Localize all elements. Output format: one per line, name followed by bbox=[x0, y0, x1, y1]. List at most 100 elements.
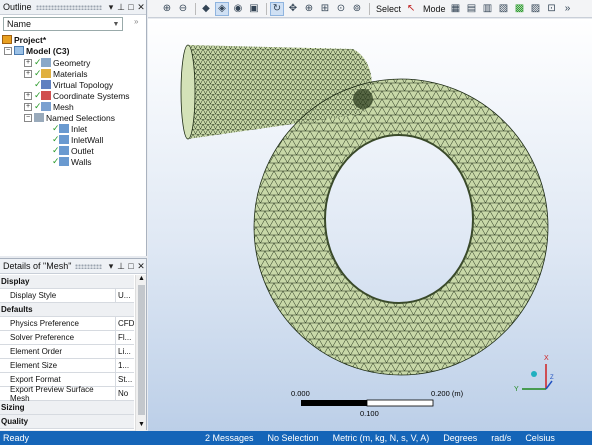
check-icon: ✓ bbox=[34, 90, 42, 100]
select-label[interactable]: Select bbox=[376, 4, 401, 14]
dropdown-icon[interactable]: ▾ bbox=[106, 261, 116, 272]
axis-z-label: Z bbox=[550, 375, 554, 381]
tree-item-named-selections[interactable]: − Named Selections bbox=[24, 112, 115, 123]
expand-icon[interactable]: + bbox=[24, 102, 32, 111]
tree-item-project[interactable]: Project* bbox=[2, 34, 46, 45]
box-zoom-icon[interactable]: ⊞ bbox=[318, 2, 332, 16]
rotate-icon[interactable]: ↻ bbox=[270, 1, 284, 16]
details-section-row[interactable]: Defaults bbox=[0, 303, 134, 317]
property-value[interactable]: 1... bbox=[116, 361, 134, 370]
close-icon[interactable]: ✕ bbox=[136, 261, 146, 272]
named-selections-icon bbox=[34, 113, 44, 122]
details-section-row[interactable]: Display bbox=[0, 275, 134, 289]
section-icon[interactable]: ▣ bbox=[247, 2, 261, 16]
extend-select-icon[interactable]: ⊡ bbox=[545, 2, 559, 16]
pin-icon[interactable]: ⊥ bbox=[116, 2, 126, 13]
collapse-icon[interactable]: − bbox=[24, 113, 32, 122]
details-property-row[interactable]: Export Preview Surface Mesh No bbox=[0, 385, 134, 403]
status-angle[interactable]: Degrees bbox=[443, 433, 477, 443]
body-select-icon[interactable]: ▧ bbox=[497, 2, 511, 16]
details-panel: Details of "Mesh" ▾ ⊥ □ ✕ Display Display… bbox=[0, 258, 147, 431]
details-scrollbar[interactable]: ▲ ▼ bbox=[135, 275, 146, 431]
viewport-toolbar: ⊕ ⊖ ◆ ◈ ◉ ▣ ↻ ✥ ⊕ ⊞ ⊙ ⊚ Select ↖ Mode ▦ … bbox=[148, 0, 592, 18]
details-property-row[interactable]: Physics Preference CFD bbox=[0, 317, 134, 331]
property-value[interactable]: Fl... bbox=[116, 333, 134, 342]
mode-dropdown[interactable]: Mode bbox=[423, 4, 446, 14]
tree-label: Outlet bbox=[71, 145, 94, 156]
zoom-in-icon[interactable]: ⊕ bbox=[160, 2, 174, 16]
mesh-model-svg: 0.000 0.200 (m) 0.100 X Y Z bbox=[180, 44, 554, 418]
tree-item-model[interactable]: − Model (C3) bbox=[4, 45, 69, 56]
element-select-icon[interactable]: ▨ bbox=[529, 2, 543, 16]
zoom-out-icon[interactable]: ⊖ bbox=[176, 2, 190, 16]
tree-item-outlet[interactable]: ✓ Outlet bbox=[52, 145, 94, 156]
graphics-viewport[interactable]: 0.000 0.200 (m) 0.100 X Y Z bbox=[148, 19, 592, 431]
details-section-row[interactable]: Quality bbox=[0, 415, 134, 429]
node-select-icon[interactable]: ▩ bbox=[513, 2, 527, 16]
details-section-row[interactable]: Sizing bbox=[0, 401, 134, 415]
maximize-icon[interactable]: □ bbox=[126, 261, 136, 271]
cursor-icon[interactable]: ↖ bbox=[404, 2, 418, 16]
expand-icon[interactable]: + bbox=[24, 69, 32, 78]
property-value[interactable]: No bbox=[116, 389, 134, 398]
expand-icon[interactable]: + bbox=[24, 91, 32, 100]
mesh-icon bbox=[41, 102, 51, 111]
check-icon: ✓ bbox=[52, 123, 60, 133]
scroll-down-icon[interactable]: ▼ bbox=[138, 421, 145, 428]
scrollbar-thumb[interactable] bbox=[138, 285, 145, 415]
vertex-select-icon[interactable]: ▦ bbox=[449, 2, 463, 16]
tree-item-inlet[interactable]: ✓ Inlet bbox=[52, 123, 87, 134]
pan-icon[interactable]: ✥ bbox=[286, 2, 300, 16]
shaded-icon[interactable]: ◆ bbox=[199, 2, 213, 16]
dropdown-icon[interactable]: ▾ bbox=[106, 2, 116, 13]
outline-panel: Outline ▾ ⊥ □ ✕ Name ▼ » Project* − Mode… bbox=[0, 0, 147, 256]
status-temp[interactable]: Celsius bbox=[525, 433, 555, 443]
status-units[interactable]: Metric (m, kg, N, s, V, A) bbox=[333, 433, 430, 443]
drag-grip[interactable] bbox=[75, 263, 102, 269]
close-icon[interactable]: ✕ bbox=[136, 2, 146, 13]
collapse-icon[interactable]: − bbox=[4, 46, 12, 55]
details-property-row[interactable]: Display Style U... bbox=[0, 289, 134, 303]
property-value[interactable]: CFD bbox=[116, 319, 134, 328]
expand-icon[interactable]: + bbox=[24, 58, 32, 67]
face-select-icon[interactable]: ▥ bbox=[481, 2, 495, 16]
details-property-row[interactable]: Element Order Li... bbox=[0, 345, 134, 359]
wireframe-icon[interactable]: ◈ bbox=[215, 1, 229, 16]
materials-icon bbox=[41, 69, 51, 78]
tree-item-walls[interactable]: ✓ Walls bbox=[52, 156, 91, 167]
property-value[interactable]: St... bbox=[116, 375, 134, 384]
property-value[interactable]: Li... bbox=[116, 347, 134, 356]
drag-grip[interactable] bbox=[35, 4, 102, 10]
tree-item-geometry[interactable]: + ✓ Geometry bbox=[24, 57, 90, 68]
scale-bar: 0.000 0.200 (m) 0.100 bbox=[291, 389, 464, 418]
scroll-up-icon[interactable]: ▲ bbox=[138, 275, 145, 282]
display-icon[interactable]: ◉ bbox=[231, 2, 245, 16]
details-property-row[interactable]: Solver Preference Fl... bbox=[0, 331, 134, 345]
tree-item-materials[interactable]: + ✓ Materials bbox=[24, 68, 87, 79]
more-icon[interactable]: » bbox=[561, 2, 575, 16]
tree-label: Project* bbox=[14, 34, 47, 45]
pin-icon[interactable]: ⊥ bbox=[116, 261, 126, 272]
check-icon: ✓ bbox=[52, 145, 60, 155]
status-rate[interactable]: rad/s bbox=[491, 433, 511, 443]
tree-item-inletwall[interactable]: ✓ InletWall bbox=[52, 134, 103, 145]
property-value[interactable]: U... bbox=[116, 291, 134, 300]
property-label: Solver Preference bbox=[0, 331, 116, 344]
tree-item-mesh[interactable]: + ✓ Mesh bbox=[24, 101, 74, 112]
zoom-icon[interactable]: ⊕ bbox=[302, 2, 316, 16]
status-messages[interactable]: 2 Messages bbox=[205, 433, 254, 443]
property-label: Defaults bbox=[1, 305, 33, 314]
tree-item-virtual-topology[interactable]: ✓ Virtual Topology bbox=[34, 79, 113, 90]
edge-select-icon[interactable]: ▤ bbox=[465, 2, 479, 16]
tree-label: Geometry bbox=[53, 57, 91, 68]
model-icon bbox=[14, 46, 24, 55]
maximize-icon[interactable]: □ bbox=[126, 2, 136, 12]
check-icon: ✓ bbox=[34, 79, 42, 89]
details-property-row[interactable]: Element Size 1... bbox=[0, 359, 134, 373]
collapse-arrows-icon[interactable]: » bbox=[134, 17, 138, 26]
tree-item-coordinate-systems[interactable]: + ✓ Coordinate Systems bbox=[24, 90, 130, 101]
magnifier-icon[interactable]: ⊚ bbox=[350, 2, 364, 16]
tree-label: Coordinate Systems bbox=[53, 90, 130, 101]
name-filter-select[interactable]: Name ▼ bbox=[3, 17, 123, 31]
zoom-fit-icon[interactable]: ⊙ bbox=[334, 2, 348, 16]
